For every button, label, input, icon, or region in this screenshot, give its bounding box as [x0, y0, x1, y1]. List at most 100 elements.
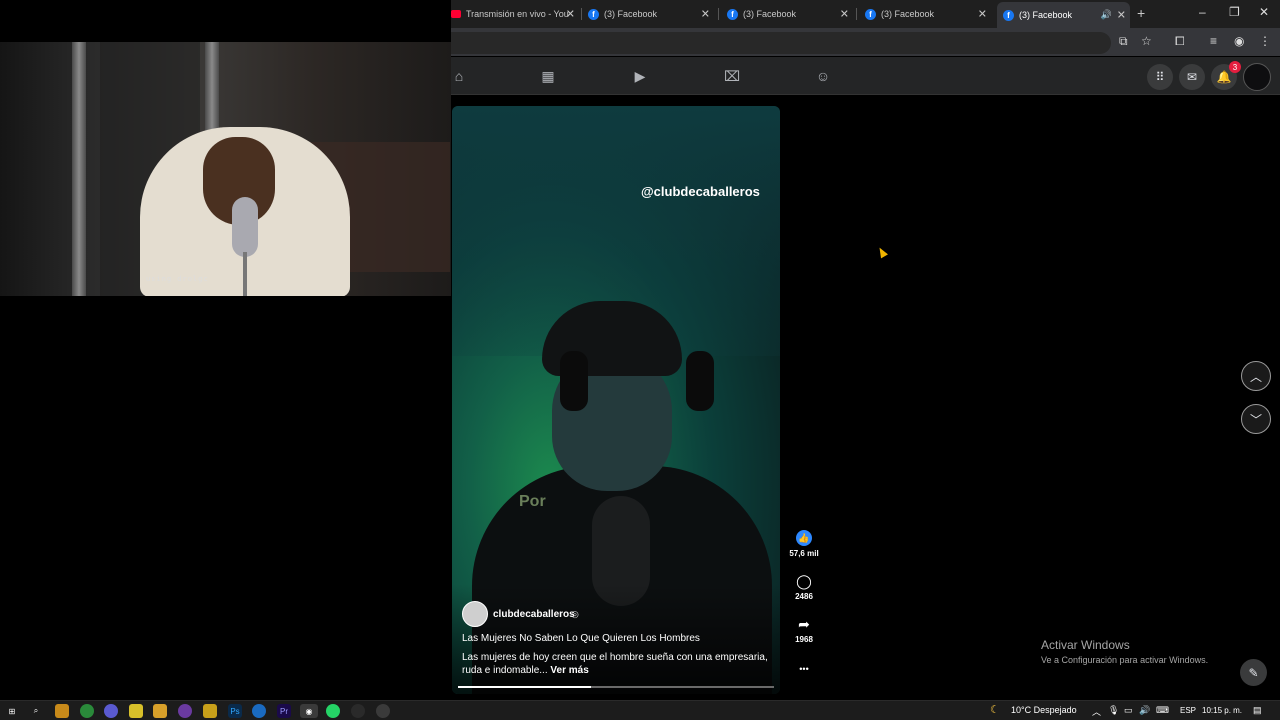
comment-button[interactable]: ◯ 2486 [786, 573, 822, 601]
volume-icon[interactable]: 🔊 [1139, 705, 1150, 716]
app-icon[interactable] [351, 704, 365, 718]
account-avatar[interactable] [1243, 63, 1271, 91]
app-icon[interactable] [104, 704, 118, 718]
browser-toolbar: ⧉ ☆ ⧠ ≡ ◉ ⋮ [451, 28, 1280, 56]
app-icon[interactable] [376, 704, 390, 718]
tab-facebook-2[interactable]: f (3) Facebook ✕ [721, 4, 853, 24]
profile-icon[interactable]: ◉ [1234, 34, 1244, 48]
microphone [232, 197, 258, 257]
video-icon[interactable]: ▶ [632, 68, 648, 84]
network-icon[interactable]: ▭ [1124, 705, 1133, 716]
next-reel-button[interactable]: ﹀ [1241, 404, 1271, 434]
reel-title: Las Mujeres No Saben Lo Que Quieren Los … [462, 633, 700, 644]
comment-icon: ◯ [796, 573, 812, 589]
tab-facebook-active[interactable]: f (3) Facebook 🔊 ✕ [997, 2, 1130, 28]
notification-center-icon[interactable]: ▤ [1253, 705, 1262, 716]
search-icon[interactable]: ⌕ [29, 704, 43, 718]
reel-description: Las mujeres de hoy creen que el hombre s… [462, 651, 772, 677]
tray-chevron-icon[interactable]: ︿ [1092, 705, 1101, 718]
tab-facebook-1[interactable]: f (3) Facebook ✕ [582, 4, 714, 24]
chevron-down-icon: ﹀ [1249, 412, 1262, 427]
windows-taskbar: ⊞ ⌕ Ps Pr ◉ ☾ 10°C Despejado ︿ 🎙 ▭ 🔊 ⌨ E… [0, 700, 1280, 720]
close-icon[interactable]: ✕ [566, 8, 575, 21]
creator-avatar[interactable] [462, 601, 488, 627]
whatsapp-icon[interactable] [326, 704, 340, 718]
microphone-icon[interactable]: 🎙 [1108, 705, 1119, 716]
reel-video[interactable]: @clubdecaballeros Por clubdecaballeros ◎… [452, 106, 780, 694]
tab-title: (3) Facebook [881, 9, 935, 19]
activation-subtitle: Ve a Configuración para activar Windows. [1041, 655, 1209, 665]
groups-icon[interactable]: ☺ [815, 68, 831, 84]
notification-badge: 3 [1229, 61, 1241, 73]
minimize-button[interactable]: – [1199, 5, 1206, 19]
keyboard-icon[interactable]: ⌨ [1156, 705, 1169, 716]
photoshop-icon[interactable]: Ps [228, 704, 242, 718]
bookmark-star-icon[interactable]: ☆ [1141, 34, 1152, 48]
facebook-icon: f [1003, 9, 1014, 21]
restore-button[interactable]: ❐ [1229, 5, 1240, 19]
webcam-overlay: using drolgc [0, 42, 451, 296]
compose-icon: ✎ [1248, 665, 1259, 680]
screen: { "webcam": { "overlay_text": "using dro… [0, 0, 1280, 720]
chrome-active-icon[interactable]: ◉ [300, 704, 318, 718]
facebook-icon: f [727, 8, 738, 20]
clock[interactable]: 10:15 p. m. [1202, 706, 1242, 715]
youtube-icon [451, 10, 461, 18]
like-button[interactable]: 👍 57,6 mil [786, 530, 822, 558]
tab-title: (3) Facebook [604, 9, 658, 19]
headphone-left [560, 351, 588, 411]
thumbs-up-icon: 👍 [796, 530, 812, 546]
extensions-icon[interactable]: ⧠ [1175, 34, 1185, 49]
home-icon[interactable]: ⌂ [451, 68, 467, 84]
creator-username[interactable]: clubdecaballeros [493, 609, 575, 620]
share-button[interactable]: ➦ 1968 [786, 616, 822, 644]
new-tab-button[interactable]: + [1137, 5, 1145, 21]
speaker-icon[interactable]: 🔊 [1101, 10, 1112, 21]
comment-count: 2486 [795, 592, 813, 601]
window-close-button[interactable]: ✕ [1259, 5, 1269, 19]
headphone-right [686, 351, 714, 411]
address-bar[interactable] [451, 32, 1111, 54]
notes-icon[interactable] [129, 704, 143, 718]
mic-stand [243, 252, 247, 296]
see-more-link[interactable]: Ver más [550, 665, 588, 676]
language-indicator[interactable]: ESP [1180, 706, 1196, 715]
close-icon[interactable]: ✕ [1117, 9, 1126, 22]
browser-menu-icon[interactable]: ⋮ [1259, 34, 1271, 48]
app-icon[interactable] [203, 704, 217, 718]
facebook-icon: f [588, 8, 599, 20]
install-app-icon[interactable]: ⧉ [1119, 34, 1128, 49]
tab-youtube[interactable]: Transmisión en vivo - You ✕ [451, 4, 579, 24]
chrome-icon[interactable] [80, 704, 94, 718]
reels-icon[interactable]: ▦ [540, 68, 556, 84]
activation-title: Activar Windows [1041, 638, 1130, 652]
studio-pillar [72, 42, 86, 296]
more-icon: ••• [799, 664, 809, 674]
close-icon[interactable]: ✕ [840, 8, 849, 21]
close-icon[interactable]: ✕ [978, 8, 987, 21]
tab-facebook-3[interactable]: f (3) Facebook ✕ [859, 4, 991, 24]
close-icon[interactable]: ✕ [701, 8, 710, 21]
app-icon[interactable] [178, 704, 192, 718]
new-message-button[interactable]: ✎ [1240, 659, 1267, 686]
reel-progress-fill [458, 686, 591, 688]
app-icon[interactable] [252, 704, 266, 718]
folder-icon[interactable] [153, 704, 167, 718]
messenger-icon[interactable]: ✉ [1179, 64, 1205, 90]
tab-title: (3) Facebook [1019, 10, 1073, 20]
windows-start-icon[interactable]: ⊞ [5, 704, 19, 718]
like-count: 57,6 mil [789, 549, 819, 558]
share-count: 1968 [795, 635, 813, 644]
weather-text[interactable]: 10°C Despejado [1011, 705, 1077, 715]
marketplace-icon[interactable]: ⌧ [724, 68, 740, 84]
reel-progress-bar[interactable] [458, 686, 774, 688]
more-options-button[interactable]: ••• [786, 661, 822, 677]
browser-tab-strip: Transmisión en vivo - You ✕ f (3) Facebo… [451, 0, 1280, 28]
media-control-icon[interactable]: ≡ [1210, 34, 1217, 48]
facebook-navbar: ⌂ ▦ ▶ ⌧ ☺ ⠿ ✉ 🔔 3 [451, 57, 1280, 95]
menu-grid-icon[interactable]: ⠿ [1147, 64, 1173, 90]
previous-reel-button[interactable]: ︿ [1241, 361, 1271, 391]
app-icon[interactable] [55, 704, 69, 718]
premiere-icon[interactable]: Pr [277, 704, 291, 718]
reel-description-text: Las mujeres de hoy creen que el hombre s… [462, 652, 768, 676]
